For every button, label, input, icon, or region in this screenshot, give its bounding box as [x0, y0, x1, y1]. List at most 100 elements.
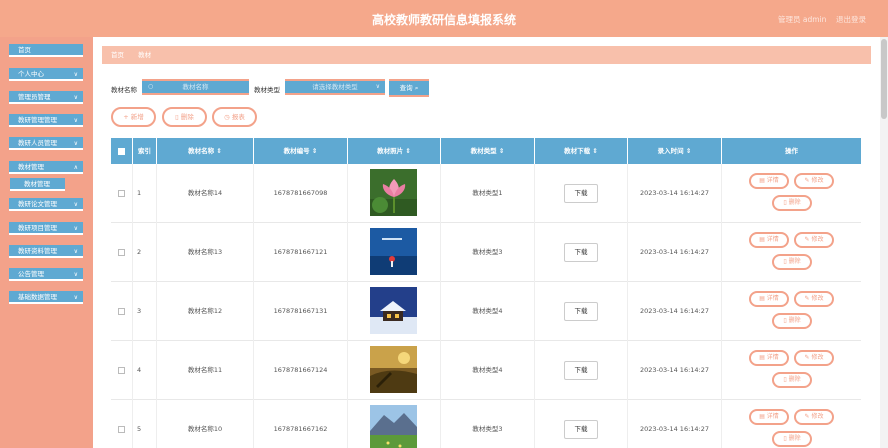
chevron-down-icon: ∨ — [73, 271, 78, 278]
sidebar-item-label: 管理员管理 — [18, 93, 51, 101]
header-label: 教材编号 — [283, 147, 310, 155]
detail-button[interactable]: ▤ 详情 — [749, 173, 789, 189]
download-button[interactable]: 下载 — [564, 184, 598, 203]
row-checkbox[interactable] — [118, 189, 125, 197]
add-button[interactable]: + 新增 — [111, 107, 156, 127]
sort-icon[interactable]: ⇕ — [592, 147, 597, 155]
edit-icon: ✎ — [804, 236, 810, 243]
sidebar-item-projects[interactable]: 教研项目管理 ∨ — [9, 222, 83, 235]
textbook-photo-mountain[interactable] — [370, 405, 417, 448]
row-index: 2 — [133, 223, 157, 282]
batch-delete-button[interactable]: ▯ 删除 — [162, 107, 207, 127]
delete-button[interactable]: ▯ 删除 — [772, 195, 812, 211]
row-select-cell[interactable] — [111, 341, 133, 400]
top-bar: 高校教师教研信息填报系统 管理员 admin 退出登录 — [0, 0, 888, 37]
sort-icon[interactable]: ⇕ — [312, 147, 317, 155]
edit-button-label: 修改 — [811, 354, 824, 361]
row-name: 教材名称14 — [157, 164, 254, 223]
row-checkbox[interactable] — [118, 425, 125, 433]
sidebar-item-materials[interactable]: 教研资料管理 ∨ — [9, 245, 83, 258]
sort-icon[interactable]: ⇕ — [499, 147, 504, 155]
edit-button[interactable]: ✎ 修改 — [794, 409, 834, 425]
row-code: 1678781667124 — [254, 341, 348, 400]
sidebar-item-label: 教研论文管理 — [18, 200, 57, 208]
trash-icon: ▯ — [783, 199, 787, 206]
select-all-cell[interactable] — [111, 138, 133, 164]
edit-button[interactable]: ✎ 修改 — [794, 350, 834, 366]
edit-button[interactable]: ✎ 修改 — [794, 291, 834, 307]
logout-link[interactable]: 退出登录 — [836, 14, 866, 25]
page-scrollbar[interactable] — [880, 37, 888, 448]
header-label: 教材下载 — [564, 147, 591, 155]
download-button[interactable]: 下载 — [564, 420, 598, 439]
row-select-cell[interactable] — [111, 400, 133, 448]
scrollbar-thumb[interactable] — [881, 39, 887, 119]
sidebar-item-textbook[interactable]: 教材管理 ∧ — [9, 161, 83, 174]
delete-button[interactable]: ▯ 删除 — [772, 372, 812, 388]
delete-button[interactable]: ▯ 删除 — [772, 313, 812, 329]
delete-button[interactable]: ▯ 删除 — [772, 254, 812, 270]
sidebar-item-basic-data[interactable]: 基础数据管理 ∨ — [9, 291, 83, 304]
textbook-photo-blue-scene[interactable] — [370, 228, 417, 275]
sidebar-item-announcements[interactable]: 公告管理 ∨ — [9, 268, 83, 281]
sidebar-item-personal-center[interactable]: 个人中心 ∨ — [9, 68, 83, 81]
sort-icon[interactable]: ⇕ — [405, 147, 410, 155]
row-select-cell[interactable] — [111, 164, 133, 223]
header-type[interactable]: 教材类型 ⇕ — [441, 138, 535, 164]
sidebar-item-label: 个人中心 — [18, 70, 44, 78]
row-time: 2023-03-14 16:14:27 — [628, 223, 722, 282]
row-name: 教材名称13 — [157, 223, 254, 282]
query-button[interactable]: 查询 ⌕ — [389, 79, 429, 97]
download-button[interactable]: 下载 — [564, 243, 598, 262]
sidebar-item-home[interactable]: 首页 — [9, 44, 83, 57]
sidebar-item-label: 公告管理 — [18, 270, 44, 278]
detail-button[interactable]: ▤ 详情 — [749, 232, 789, 248]
row-code: 1678781667162 — [254, 400, 348, 448]
row-checkbox[interactable] — [118, 307, 125, 315]
name-search-placeholder: 教材名称 — [182, 83, 209, 91]
row-type: 教材类型4 — [441, 282, 535, 341]
header-label: 教材类型 — [470, 147, 497, 155]
type-search-label: 教材类型 — [254, 86, 280, 94]
sidebar-item-teaching-mgmt[interactable]: 教研管理管理 ∨ — [9, 114, 83, 127]
edit-button[interactable]: ✎ 修改 — [794, 173, 834, 189]
sort-icon[interactable]: ⇕ — [216, 147, 221, 155]
delete-button-label: 删除 — [788, 258, 801, 265]
textbook-photo-sunset-field[interactable] — [370, 346, 417, 393]
row-photo-cell — [348, 282, 441, 341]
sidebar-item-admin[interactable]: 管理员管理 ∨ — [9, 91, 83, 104]
edit-icon: ✎ — [804, 295, 810, 302]
sidebar-item-papers[interactable]: 教研论文管理 ∨ — [9, 198, 83, 211]
row-type: 教材类型4 — [441, 341, 535, 400]
detail-button[interactable]: ▤ 详情 — [749, 291, 789, 307]
header-name[interactable]: 教材名称 ⇕ — [157, 138, 254, 164]
report-button[interactable]: ◷ 报表 — [212, 107, 257, 127]
edit-button[interactable]: ✎ 修改 — [794, 232, 834, 248]
textbook-photo-snow-house[interactable] — [370, 287, 417, 334]
type-select[interactable]: 请选择教材类型 ∨ — [285, 79, 385, 95]
sidebar-item-label: 教研项目管理 — [18, 224, 57, 232]
download-button[interactable]: 下载 — [564, 302, 598, 321]
download-button[interactable]: 下载 — [564, 361, 598, 380]
row-select-cell[interactable] — [111, 282, 133, 341]
row-photo-cell — [348, 341, 441, 400]
delete-button[interactable]: ▯ 删除 — [772, 431, 812, 447]
detail-button[interactable]: ▤ 详情 — [749, 350, 789, 366]
row-time: 2023-03-14 16:14:27 — [628, 341, 722, 400]
sidebar-subitem-textbook[interactable]: 教材管理 — [10, 178, 65, 191]
row-select-cell[interactable] — [111, 223, 133, 282]
sort-icon[interactable]: ⇕ — [686, 147, 691, 155]
breadcrumb-home[interactable]: 首页 — [111, 51, 124, 59]
textbook-photo-lotus[interactable] — [370, 169, 417, 216]
header-code[interactable]: 教材编号 ⇕ — [254, 138, 348, 164]
detail-button[interactable]: ▤ 详情 — [749, 409, 789, 425]
row-checkbox[interactable] — [118, 366, 125, 374]
row-checkbox[interactable] — [118, 248, 125, 256]
select-all-checkbox[interactable] — [118, 147, 125, 155]
header-download[interactable]: 教材下载 ⇕ — [535, 138, 628, 164]
row-actions-cell: ▤ 详情 ✎ 修改 ▯ 删除 — [722, 164, 861, 223]
sidebar-item-staff[interactable]: 教研人员管理 ∨ — [9, 137, 83, 150]
name-search-input[interactable]: ○ 教材名称 — [142, 79, 249, 95]
header-time[interactable]: 录入时间 ⇕ — [628, 138, 722, 164]
header-photo[interactable]: 教材照片 ⇕ — [348, 138, 441, 164]
